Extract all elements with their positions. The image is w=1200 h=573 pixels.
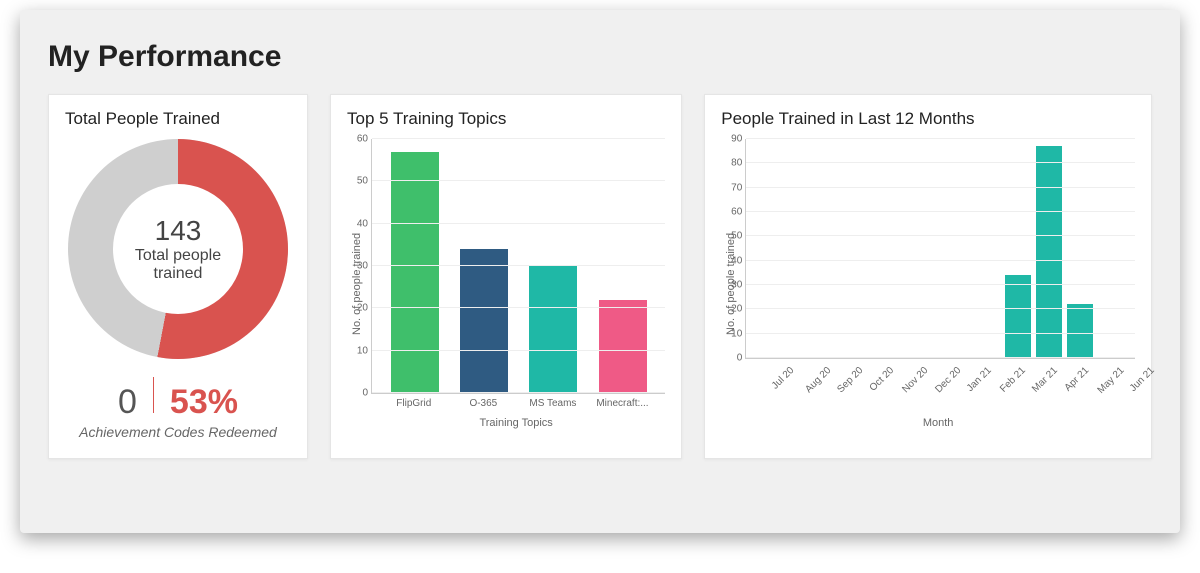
bar [599,300,647,393]
bar [1005,275,1031,358]
topics-plot: 0102030405060 FlipGridO-365MS TeamsMinec… [367,139,665,429]
ytick: 0 [344,388,368,399]
gridline [372,265,665,266]
stats-subtitle: Achievement Codes Redeemed [65,424,291,440]
ytick: 30 [344,261,368,272]
gridline [372,392,665,393]
gridline [372,307,665,308]
gridline [372,180,665,181]
xtick: MS Teams [518,398,588,409]
card-title-donut: Total People Trained [65,109,291,129]
gridline [746,235,1135,236]
card-title-monthly: People Trained in Last 12 Months [721,109,1135,129]
xtick: Nov 20 [901,365,931,395]
redeemed-count: 0 [118,383,137,422]
ytick: 0 [718,353,742,364]
gridline [746,162,1135,163]
gridline [372,138,665,139]
xtick: May 21 [1096,365,1127,396]
monthly-chart: No. of people trained 010203040506070809… [721,139,1135,429]
monthly-xticks: Jul 20 Aug 20Sep 20Oct 20Nov 20Dec 20Jan … [745,359,1135,409]
dashboard-panel: My Performance Total People Trained 143 … [20,10,1180,533]
monthly-xlabel: Month [741,417,1135,429]
xtick: FlipGrid [379,398,449,409]
card-title-topics: Top 5 Training Topics [347,109,665,129]
xtick: Jun 21 [1128,365,1157,394]
top-topics-card: Top 5 Training Topics No. of people trai… [330,94,682,459]
ytick: 80 [718,158,742,169]
monthly-card: People Trained in Last 12 Months No. of … [704,94,1152,459]
ytick: 20 [718,304,742,315]
xtick: Jul 20 [769,365,796,392]
xtick: Minecraft:... [588,398,658,409]
ytick: 10 [718,328,742,339]
bar [1067,304,1093,358]
monthly-plot: 0102030405060708090 Jul 20 Aug 20Sep 20Oc… [741,139,1135,429]
donut-chart: 143 Total people trained [68,139,288,359]
ytick: 90 [718,134,742,145]
xtick: Feb 21 [998,365,1028,395]
donut-number: 143 [155,215,202,247]
xtick: Oct 20 [868,365,897,394]
ytick: 30 [718,280,742,291]
xtick: Sep 20 [836,365,866,395]
gridline [746,357,1135,358]
xtick: Dec 20 [933,365,963,395]
ytick: 60 [344,134,368,145]
ytick: 60 [718,207,742,218]
xtick: O-365 [449,398,519,409]
gridline [746,284,1135,285]
topics-grid: 0102030405060 [371,139,665,394]
monthly-grid: 0102030405060708090 [745,139,1135,359]
cards-row: Total People Trained 143 Total people tr… [48,94,1152,459]
redeemed-percent: 53% [170,383,238,422]
gridline [746,260,1135,261]
ytick: 40 [718,255,742,266]
monthly-bars [746,139,1135,358]
ytick: 70 [718,182,742,193]
donut-center: 143 Total people trained [113,184,243,314]
bar [460,249,508,393]
ytick: 10 [344,345,368,356]
xtick: Apr 21 [1062,365,1091,394]
gridline [746,138,1135,139]
page-title: My Performance [48,40,1152,74]
xtick: Jan 21 [965,365,994,394]
bar [391,152,439,393]
ytick: 50 [344,176,368,187]
gridline [746,187,1135,188]
ytick: 50 [718,231,742,242]
xtick: Mar 21 [1030,365,1060,395]
gridline [372,223,665,224]
ytick: 40 [344,218,368,229]
topics-bars [372,139,665,393]
ytick: 20 [344,303,368,314]
bar [529,266,577,393]
gridline [746,211,1135,212]
xtick: Aug 20 [803,365,833,395]
gridline [746,308,1135,309]
bar [1036,146,1062,358]
gridline [746,333,1135,334]
gridline [372,350,665,351]
topics-xticks: FlipGridO-365MS TeamsMinecraft:... [371,398,665,409]
stats-row: 0 53% [65,377,291,422]
stat-divider [153,377,154,413]
topics-chart: No. of people trained 0102030405060 Flip… [347,139,665,429]
topics-xlabel: Training Topics [367,417,665,429]
total-people-trained-card: Total People Trained 143 Total people tr… [48,94,308,459]
donut-label: Total people trained [113,247,243,282]
